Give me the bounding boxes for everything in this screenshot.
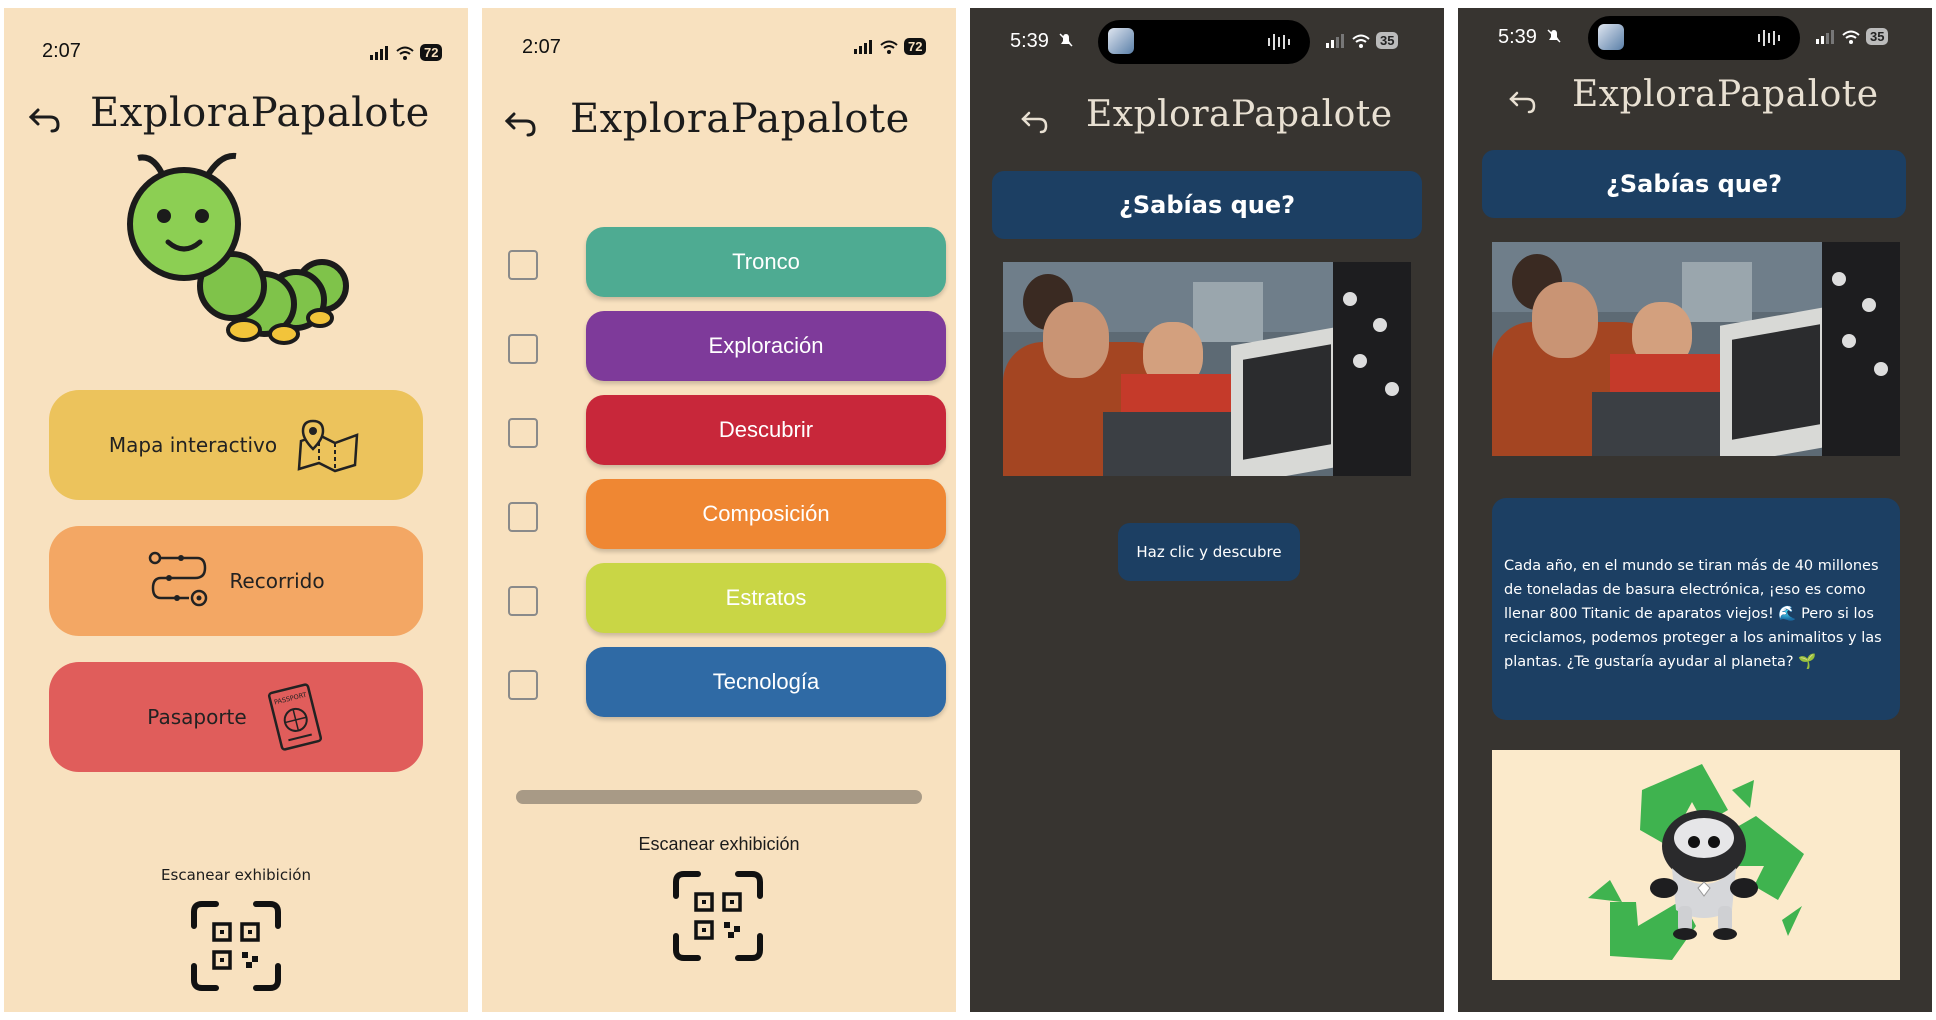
category-tronco-button[interactable]: Tronco (586, 227, 946, 297)
status-icons: 72 (370, 44, 443, 61)
status-time: 5:39 (1498, 26, 1537, 48)
kids-computer-photo (1492, 242, 1900, 456)
signal-icon (1816, 29, 1834, 44)
waveform-icon (1268, 34, 1290, 50)
bell-muted-icon (1059, 33, 1073, 47)
category-descubrir-button[interactable]: Descubrir (586, 395, 946, 465)
checkbox-exploracion[interactable] (508, 334, 538, 364)
interactive-map-label: Mapa interactivo (108, 433, 278, 457)
home-screen: 2:07 72 ExploraPapalote Mapa interactivo (4, 8, 468, 1012)
fact-card: Cada año, en el mundo se tiran más de 40… (1492, 498, 1900, 720)
status-time: 5:39 (1010, 30, 1049, 52)
signal-icon (854, 39, 872, 54)
checkbox-descubrir[interactable] (508, 418, 538, 448)
scan-exhibit-label: Escanear exhibición (161, 866, 311, 884)
did-you-know-banner: ¿Sabías que? (1482, 150, 1906, 218)
tour-button[interactable]: Recorrido (49, 526, 423, 636)
map-pin-icon (297, 419, 359, 473)
status-icons: 35 (1326, 32, 1399, 49)
battery-indicator: 35 (1866, 28, 1889, 45)
app-title: ExploraPapalote (570, 96, 910, 142)
category-composicion-button[interactable]: Composición (586, 479, 946, 549)
checkbox-composicion[interactable] (508, 502, 538, 532)
caterpillar-mascot-icon (127, 152, 349, 345)
wifi-icon (1842, 30, 1860, 44)
qr-scan-icon[interactable] (672, 870, 764, 962)
did-you-know-banner: ¿Sabías que? (992, 171, 1422, 239)
horizontal-scrollbar[interactable] (516, 790, 922, 804)
passport-label: Pasaporte (147, 705, 247, 729)
album-art-icon (1598, 24, 1624, 50)
waveform-icon (1758, 30, 1780, 46)
kids-computer-photo (1003, 262, 1411, 476)
category-exploracion-button[interactable]: Exploración (586, 311, 946, 381)
app-title: ExploraPapalote (1086, 94, 1393, 135)
wifi-icon (396, 46, 414, 60)
passport-button[interactable]: Pasaporte PASSPORT (49, 662, 423, 772)
dynamic-island (1588, 16, 1800, 60)
fact-text: Cada año, en el mundo se tiran más de 40… (1504, 558, 1882, 670)
categories-screen: 2:07 72 ExploraPapalote Tronco Exploraci… (482, 8, 956, 1012)
status-icons: 35 (1816, 28, 1889, 45)
signal-icon (1326, 33, 1344, 48)
recycle-icon (1588, 764, 1804, 960)
category-estratos-button[interactable]: Estratos (586, 563, 946, 633)
scan-exhibit-label: Escanear exhibición (638, 834, 800, 854)
status-time: 2:07 (522, 36, 561, 58)
status-icons: 72 (854, 38, 927, 55)
checkbox-tecnologia[interactable] (508, 670, 538, 700)
qr-scan-icon[interactable] (190, 900, 282, 992)
passport-icon: PASSPORT (267, 683, 322, 751)
recycling-robot-image (1492, 750, 1900, 980)
checkbox-estratos[interactable] (508, 586, 538, 616)
app-title: ExploraPapalote (1572, 74, 1879, 115)
album-art-icon (1108, 28, 1134, 54)
interactive-map-button[interactable]: Mapa interactivo (49, 390, 423, 500)
fact-detail-screen: 5:39 35 ExploraPapalote ¿Sabías que? Cad… (1458, 8, 1932, 1012)
battery-indicator: 35 (1376, 32, 1399, 49)
wifi-icon (1352, 34, 1370, 48)
passport-stamp-text: PASSPORT (273, 691, 307, 707)
back-arrow-icon[interactable] (504, 108, 538, 138)
discover-button[interactable]: Haz clic y descubre (1118, 523, 1300, 581)
category-tecnologia-button[interactable]: Tecnología (586, 647, 946, 717)
app-title: ExploraPapalote (90, 90, 430, 136)
battery-indicator: 72 (420, 44, 443, 61)
tour-label: Recorrido (229, 569, 325, 593)
status-time: 2:07 (42, 40, 81, 62)
battery-indicator: 72 (904, 38, 927, 55)
wifi-icon (880, 40, 898, 54)
checkbox-tronco[interactable] (508, 250, 538, 280)
signal-icon (370, 45, 388, 60)
bell-muted-icon (1547, 29, 1561, 43)
did-you-know-screen: 5:39 35 ExploraPapalote ¿Sabías que? Haz… (970, 8, 1444, 1012)
back-arrow-icon[interactable] (28, 104, 62, 134)
route-icon (149, 551, 208, 607)
back-arrow-icon[interactable] (1020, 108, 1050, 136)
dynamic-island (1098, 20, 1310, 64)
back-arrow-icon[interactable] (1508, 88, 1538, 116)
